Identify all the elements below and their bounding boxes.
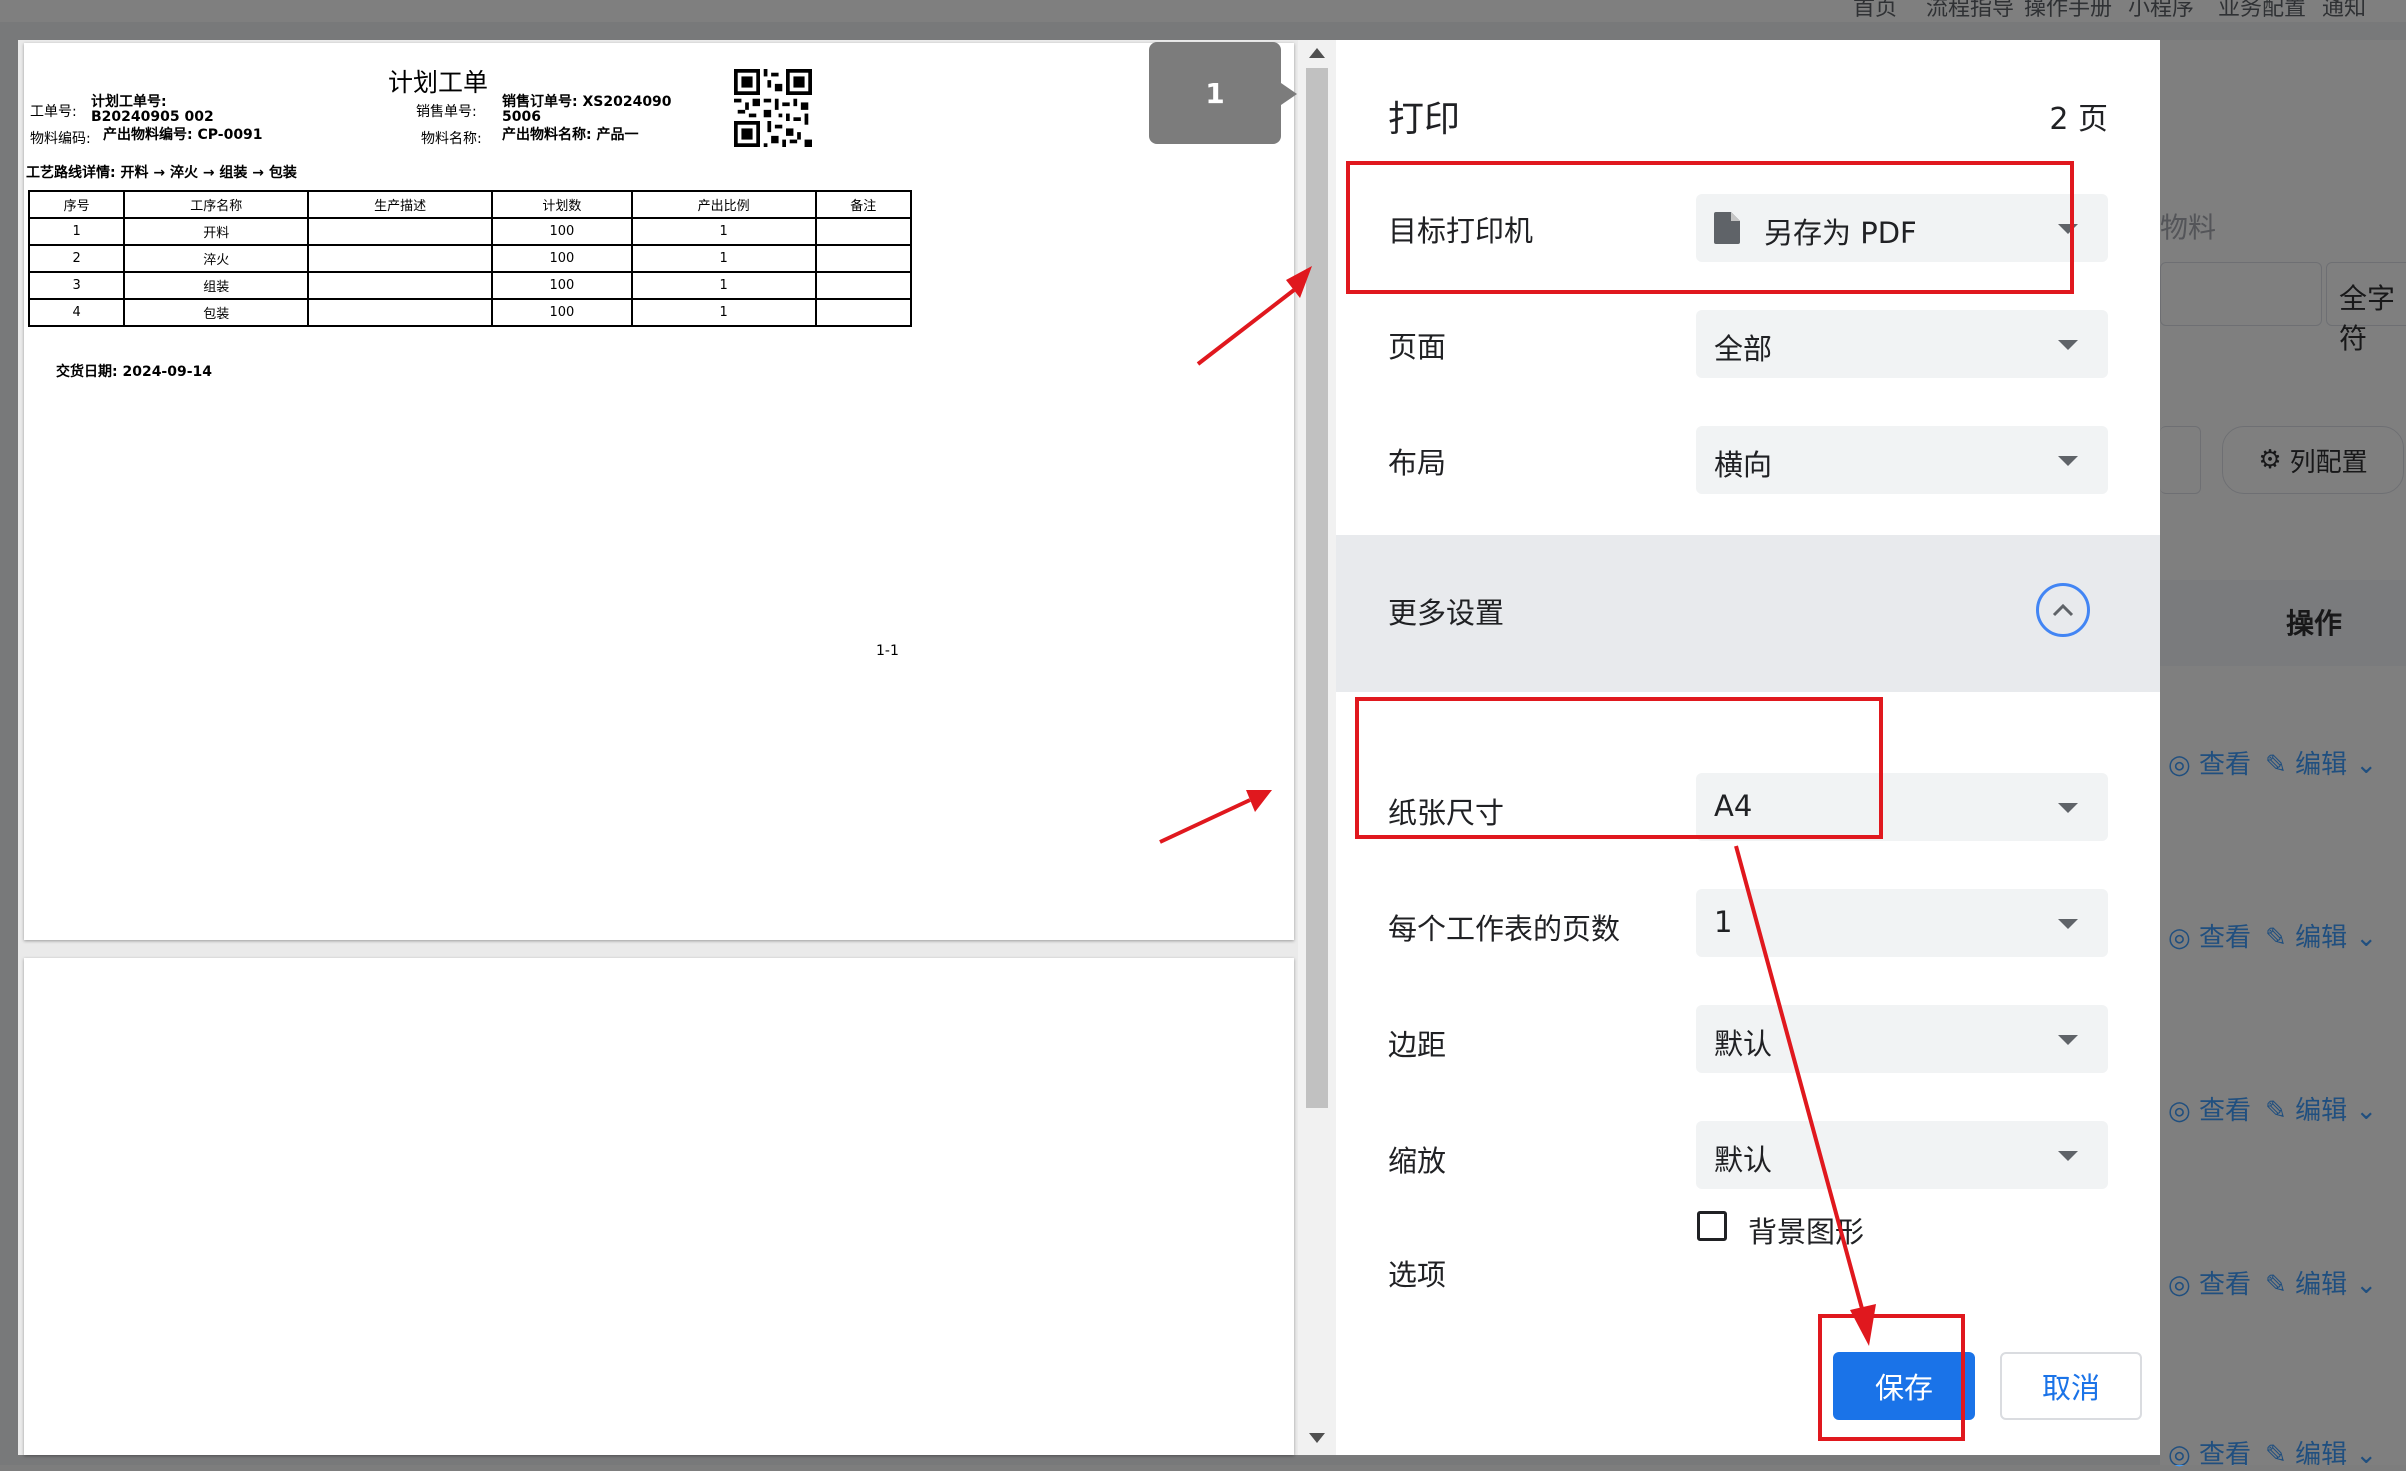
scale-select[interactable]: 默认 bbox=[1696, 1121, 2108, 1189]
column-header: 工序名称 bbox=[123, 190, 310, 219]
dialog-title: 打印 bbox=[1388, 99, 1461, 140]
table-cell: 1 bbox=[630, 244, 817, 273]
table-cell bbox=[307, 271, 494, 300]
table-cell: 100 bbox=[491, 217, 633, 246]
table-row: 2 淬火 100 1 bbox=[27, 244, 913, 273]
chevron-down-icon bbox=[2058, 1151, 2078, 1161]
table-cell bbox=[814, 244, 913, 273]
pages-select[interactable]: 全部 bbox=[1696, 310, 2108, 378]
chevron-down-icon bbox=[2058, 919, 2078, 929]
table-row: 4 包装 100 1 bbox=[27, 298, 913, 327]
table-cell bbox=[307, 244, 494, 273]
more-settings-label: 更多设置 bbox=[1388, 596, 1505, 630]
more-settings-toggle[interactable] bbox=[2036, 583, 2090, 637]
preview-page-1: 计划工单 工单号: 计划工单号: B20240905 002 销售单号: 销售订… bbox=[24, 43, 1294, 940]
delivery-date: 交货日期: 2024-09-14 bbox=[56, 364, 213, 380]
table-cell: 包装 bbox=[123, 298, 310, 327]
document-title: 计划工单 bbox=[388, 68, 489, 97]
table-cell: 100 bbox=[491, 244, 633, 273]
scrollbar-thumb[interactable] bbox=[1306, 68, 1328, 1108]
layout-select[interactable]: 横向 bbox=[1696, 426, 2108, 494]
sales-order-value: 销售订单号: XS2024090 5006 bbox=[502, 94, 672, 125]
table-cell: 组装 bbox=[123, 271, 310, 300]
pages-per-sheet-select[interactable]: 1 bbox=[1696, 889, 2108, 957]
pages-label: 页面 bbox=[1388, 330, 1447, 364]
scale-label: 缩放 bbox=[1388, 1144, 1447, 1178]
margins-select[interactable]: 默认 bbox=[1696, 1005, 2108, 1073]
table-cell: 1 bbox=[630, 217, 817, 246]
table-cell: 4 bbox=[27, 298, 126, 327]
table-cell: 1 bbox=[630, 298, 817, 327]
more-settings-section[interactable]: 更多设置 bbox=[1336, 535, 2160, 692]
column-header: 产出比例 bbox=[630, 190, 817, 219]
page-count: 2 页 bbox=[2049, 102, 2108, 137]
table-row: 1 开料 100 1 bbox=[27, 217, 913, 246]
margins-label: 边距 bbox=[1388, 1028, 1447, 1062]
material-name-label: 物料名称: bbox=[421, 131, 482, 147]
highlight-destination bbox=[1346, 161, 2074, 294]
table-cell: 1 bbox=[630, 271, 817, 300]
scroll-up-icon[interactable] bbox=[1309, 48, 1325, 58]
layout-label: 布局 bbox=[1388, 446, 1447, 480]
preview-page-2 bbox=[24, 958, 1294, 1455]
column-header: 备注 bbox=[814, 190, 913, 219]
table-cell bbox=[814, 271, 913, 300]
chevron-down-icon bbox=[2058, 456, 2078, 466]
table-cell: 3 bbox=[27, 271, 126, 300]
table-cell bbox=[307, 217, 494, 246]
process-table: 序号 工序名称 生产描述 计划数 产出比例 备注 1 开料 100 1 2 淬火… bbox=[27, 190, 913, 327]
column-header: 序号 bbox=[27, 190, 126, 219]
table-cell: 100 bbox=[491, 271, 633, 300]
route-details: 工艺路线详情: 开料 → 淬火 → 组装 → 包装 bbox=[26, 165, 297, 181]
material-code-value: 产出物料编号: CP-0091 bbox=[103, 127, 263, 143]
page-footer-number: 1-1 bbox=[876, 643, 899, 659]
chevron-up-icon bbox=[2052, 603, 2074, 617]
table-row: 3 组装 100 1 bbox=[27, 271, 913, 300]
background-graphics-checkbox[interactable] bbox=[1697, 1211, 1727, 1241]
column-header: 生产描述 bbox=[307, 190, 494, 219]
table-cell: 2 bbox=[27, 244, 126, 273]
table-header-row: 序号 工序名称 生产描述 计划数 产出比例 备注 bbox=[27, 190, 913, 219]
chevron-down-icon bbox=[2058, 340, 2078, 350]
print-preview: 计划工单 工单号: 计划工单号: B20240905 002 销售单号: 销售订… bbox=[18, 40, 1336, 1455]
pages-per-sheet-label: 每个工作表的页数 bbox=[1388, 912, 1621, 946]
table-cell bbox=[814, 298, 913, 327]
column-header: 计划数 bbox=[491, 190, 633, 219]
table-cell bbox=[307, 298, 494, 327]
options-label: 选项 bbox=[1388, 1258, 1447, 1292]
table-cell bbox=[814, 217, 913, 246]
chevron-down-icon bbox=[2058, 1035, 2078, 1045]
page-indicator-tooltip: 1 bbox=[1149, 42, 1297, 144]
table-cell: 1 bbox=[27, 217, 126, 246]
table-cell: 开料 bbox=[123, 217, 310, 246]
material-name-value: 产出物料名称: 产品一 bbox=[502, 127, 639, 143]
scroll-down-icon[interactable] bbox=[1309, 1433, 1325, 1443]
background-graphics-label[interactable]: 背景图形 bbox=[1748, 1209, 1864, 1251]
highlight-paper-size bbox=[1355, 697, 1883, 839]
preview-scrollbar[interactable] bbox=[1298, 40, 1336, 1455]
qr-code-icon bbox=[734, 69, 812, 147]
sales-order-label: 销售单号: bbox=[416, 104, 477, 120]
cancel-button[interactable]: 取消 bbox=[2000, 1352, 2142, 1420]
work-order-value: 计划工单号: B20240905 002 bbox=[91, 94, 214, 125]
material-code-label: 物料编码: bbox=[30, 131, 91, 147]
work-order-label: 工单号: bbox=[30, 104, 77, 120]
table-cell: 100 bbox=[491, 298, 633, 327]
highlight-save-button bbox=[1818, 1314, 1965, 1441]
table-cell: 淬火 bbox=[123, 244, 310, 273]
chevron-down-icon bbox=[2058, 803, 2078, 813]
